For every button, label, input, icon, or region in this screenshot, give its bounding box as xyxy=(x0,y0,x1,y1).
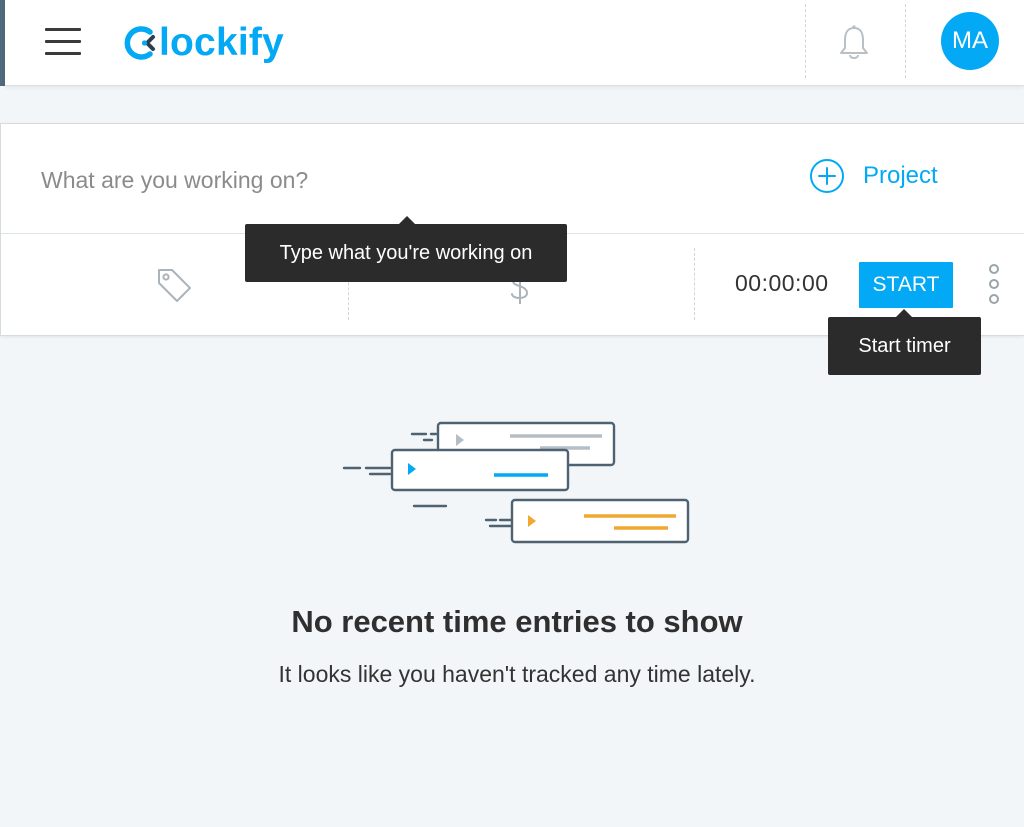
tag-icon[interactable] xyxy=(153,264,195,306)
vertical-dots-icon[interactable] xyxy=(985,264,1003,306)
user-avatar[interactable]: MA xyxy=(941,12,999,70)
top-bar: lockify MA xyxy=(5,0,1024,86)
header-divider xyxy=(905,4,906,78)
empty-state-illustration xyxy=(342,421,690,544)
description-row: Project xyxy=(1,124,1024,234)
plus-circle-icon xyxy=(810,159,844,193)
start-button[interactable]: START xyxy=(859,262,953,308)
bell-icon[interactable] xyxy=(837,24,871,62)
header-divider xyxy=(805,4,806,78)
project-button[interactable]: Project xyxy=(809,156,938,196)
logo-text: lockify xyxy=(159,21,284,64)
start-timer-tooltip: Start timer xyxy=(828,309,981,375)
controls-divider xyxy=(694,248,695,320)
project-label: Project xyxy=(863,162,938,189)
description-input[interactable] xyxy=(41,162,741,198)
empty-state-title: No recent time entries to show xyxy=(291,604,743,639)
timer-display: 00:00:00 xyxy=(735,270,829,296)
clockify-logo-icon xyxy=(124,26,155,60)
clockify-logo[interactable]: lockify xyxy=(123,18,284,68)
empty-state-subtitle: It looks like you haven't tracked any ti… xyxy=(278,661,756,687)
hamburger-menu-icon[interactable] xyxy=(43,24,83,60)
description-tooltip: Type what you're working on xyxy=(245,216,567,282)
